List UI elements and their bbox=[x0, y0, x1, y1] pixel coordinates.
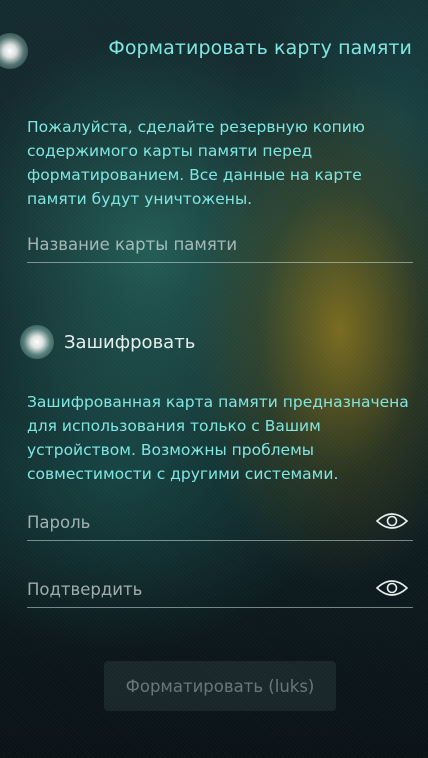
confirm-password-field[interactable]: Подтвердить bbox=[27, 567, 413, 608]
page-title: Форматировать карту памяти bbox=[108, 37, 412, 59]
password-field[interactable]: Пароль bbox=[27, 500, 413, 541]
format-button[interactable]: Форматировать (luks) bbox=[104, 661, 336, 711]
format-memory-card-screen: Форматировать карту памяти Пожалуйста, с… bbox=[0, 0, 428, 758]
eye-icon[interactable] bbox=[375, 577, 409, 599]
pulley-menu-indicator-icon bbox=[0, 33, 28, 69]
switch-indicator-icon bbox=[20, 325, 54, 359]
eye-icon[interactable] bbox=[375, 510, 409, 532]
card-name-field[interactable]: Название карты памяти bbox=[27, 222, 413, 263]
backup-warning-text: Пожалуйста, сделайте резервную копию сод… bbox=[27, 118, 365, 208]
card-name-placeholder: Название карты памяти bbox=[27, 235, 238, 254]
password-placeholder: Пароль bbox=[27, 513, 91, 532]
confirm-password-placeholder: Подтвердить bbox=[27, 580, 143, 599]
encrypt-switch[interactable]: Зашифровать bbox=[20, 322, 195, 362]
encryption-info-text: Зашифрованная карта памяти предназначена… bbox=[27, 393, 409, 483]
encrypt-switch-label: Зашифровать bbox=[64, 331, 196, 353]
